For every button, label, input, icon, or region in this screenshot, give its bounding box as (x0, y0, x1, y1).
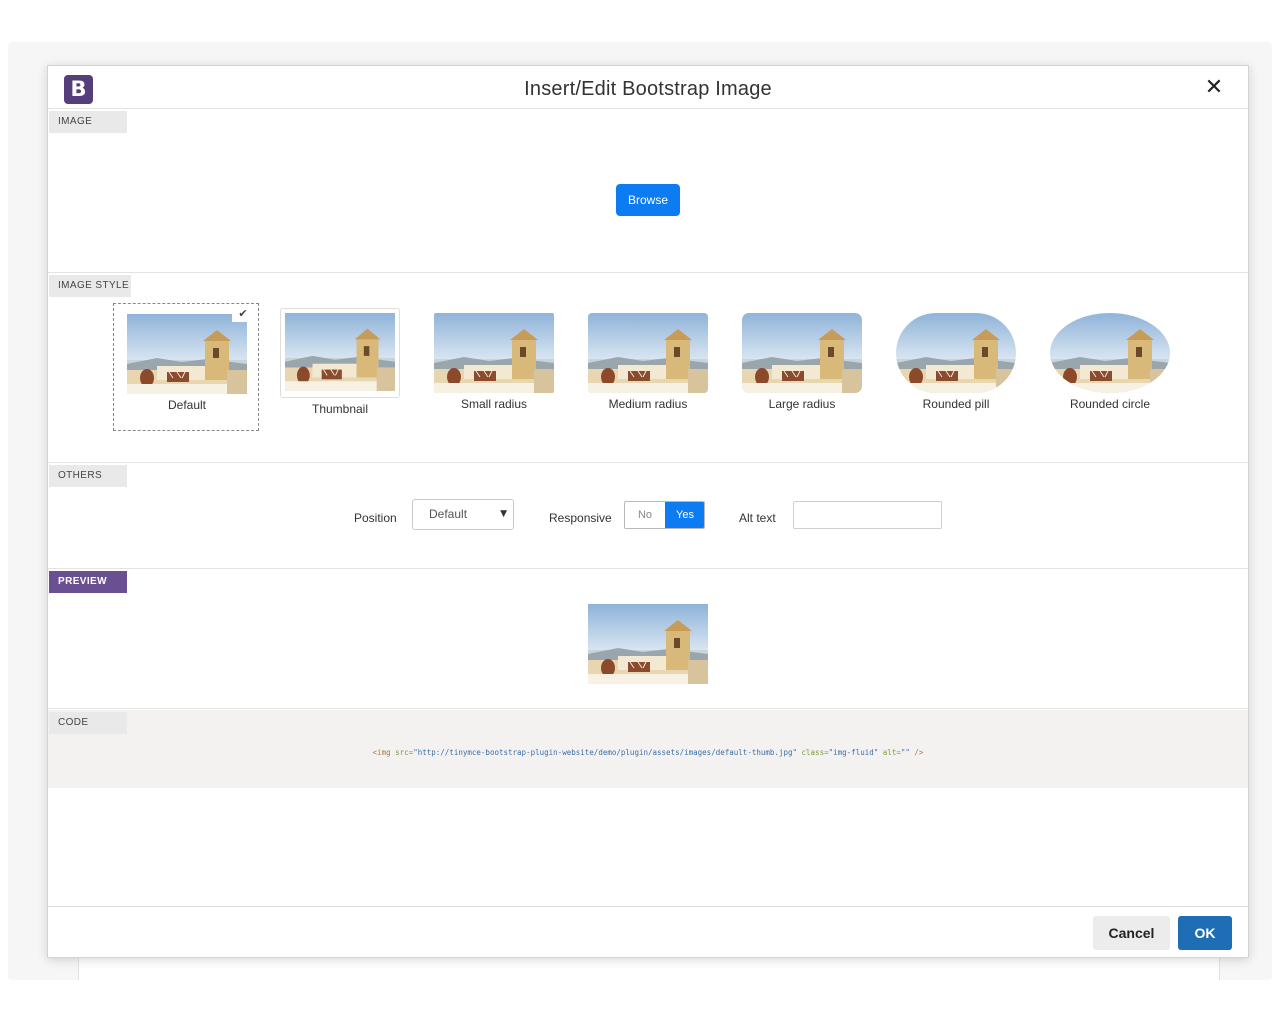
responsive-yes-option[interactable]: Yes (665, 502, 704, 528)
style-option-large-radius[interactable]: Large radius (729, 303, 875, 431)
section-label-code: CODE (49, 712, 127, 734)
position-select[interactable]: Default ▼ (412, 499, 514, 530)
alt-text-input[interactable] (793, 501, 942, 529)
ok-button[interactable]: OK (1178, 916, 1232, 950)
others-section: OTHERS Position Default ▼ Responsive No … (48, 463, 1248, 569)
thumbnail-image (127, 314, 247, 394)
code-class-value: "img-fluid" (828, 748, 879, 757)
section-label-image: IMAGE (49, 111, 127, 133)
style-option-medium-radius[interactable]: Medium radius (575, 303, 721, 431)
browse-button[interactable]: Browse (616, 184, 680, 216)
dialog-header: B Insert/Edit Bootstrap Image ✕ (48, 66, 1248, 109)
style-label: Rounded pill (922, 397, 990, 411)
code-alt-attr: alt= (882, 748, 901, 757)
section-label-image-style: IMAGE STYLE (49, 275, 131, 297)
style-label: Small radius (460, 397, 528, 411)
style-label: Default (167, 398, 207, 412)
preview-image (587, 603, 709, 685)
code-section: CODE <img src="http://tinymce-bootstrap-… (48, 710, 1248, 788)
style-label: Thumbnail (311, 402, 369, 416)
position-value: Default (429, 507, 468, 521)
style-option-default[interactable]: ✔ Default (113, 303, 259, 431)
close-icon[interactable]: ✕ (1204, 77, 1224, 99)
style-thumbnail (742, 313, 862, 393)
code-alt-value: "" (900, 748, 910, 757)
style-thumbnail (896, 313, 1016, 393)
code-class-attr: class= (801, 748, 829, 757)
preview-section: PREVIEW (48, 569, 1248, 709)
style-thumbnail (588, 313, 708, 393)
responsive-toggle[interactable]: No Yes (624, 501, 705, 529)
image-dialog: B Insert/Edit Bootstrap Image ✕ IMAGE Br… (47, 65, 1249, 958)
style-label: Medium radius (608, 397, 688, 411)
cancel-button[interactable]: Cancel (1093, 916, 1170, 950)
code-src-attr: src= (395, 748, 414, 757)
style-label: Rounded circle (1069, 397, 1151, 411)
alt-text-label: Alt text (739, 511, 776, 525)
style-option-thumbnail[interactable]: Thumbnail (267, 303, 413, 431)
thumbnail-image (434, 313, 554, 393)
section-label-others: OTHERS (49, 465, 127, 487)
image-section: IMAGE Browse (48, 109, 1248, 273)
code-snippet: <img src="http://tinymce-bootstrap-plugi… (48, 748, 1248, 757)
thumbnail-image (742, 313, 862, 393)
caret-down-icon: ▼ (500, 509, 507, 519)
style-option-rounded-pill[interactable]: Rounded pill (883, 303, 1029, 431)
style-thumbnail (434, 313, 554, 393)
section-label-preview: PREVIEW (49, 571, 127, 593)
thumbnail-image (896, 313, 1016, 393)
position-label: Position (354, 511, 397, 525)
responsive-label: Responsive (549, 511, 612, 525)
image-style-section: IMAGE STYLE ✔ Default Thumbnail Small ra… (48, 273, 1248, 463)
code-tag-close: /> (914, 748, 924, 757)
code-tag-open: <img (372, 748, 391, 757)
thumbnail-image (1050, 313, 1170, 393)
style-label: Large radius (768, 397, 836, 411)
style-option-rounded-circle[interactable]: Rounded circle (1037, 303, 1183, 431)
thumbnail-image (285, 313, 395, 391)
dialog-footer: Cancel OK (48, 906, 1248, 958)
style-option-small-radius[interactable]: Small radius (421, 303, 567, 431)
check-icon: ✔ (232, 306, 254, 322)
style-thumbnail (285, 313, 395, 391)
code-src-value: "http://tinymce-bootstrap-plugin-website… (413, 748, 797, 757)
thumbnail-image (588, 313, 708, 393)
style-thumbnail (127, 314, 247, 394)
dialog-title: Insert/Edit Bootstrap Image (524, 78, 772, 100)
responsive-no-option[interactable]: No (625, 502, 665, 528)
style-thumbnail (1050, 313, 1170, 393)
